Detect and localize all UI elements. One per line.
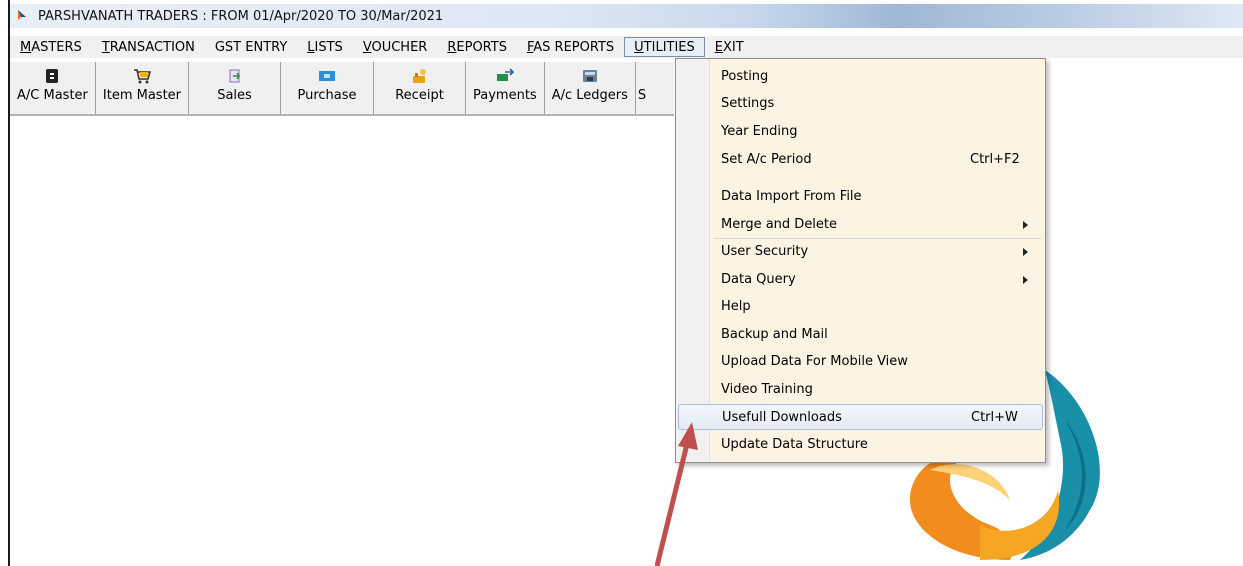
ac-ledgers-button[interactable]: A/c Ledgers [545, 62, 636, 114]
submenu-arrow-icon [1023, 276, 1028, 284]
menu-item-data-query[interactable]: Data Query [678, 267, 1043, 293]
purchase-icon [319, 71, 336, 81]
menu-voucher[interactable]: VOUCHER [353, 37, 438, 57]
menu-exit[interactable]: EXIT [705, 37, 754, 57]
sales-button[interactable]: Sales [189, 62, 282, 114]
menu-lists[interactable]: LISTS [297, 37, 353, 57]
toolbar: A/C Master Item Master Sales Purchase Re… [10, 62, 674, 116]
menu-item-usefull-downloads[interactable]: Usefull Downloads Ctrl+W [678, 404, 1043, 430]
menu-item-merge-delete[interactable]: Merge and Delete [678, 212, 1043, 238]
menu-item-backup-mail[interactable]: Backup and Mail [678, 322, 1043, 348]
ac-master-button[interactable]: A/C Master [10, 62, 96, 114]
item-master-button[interactable]: Item Master [96, 62, 190, 114]
menu-item-settings[interactable]: Settings [678, 91, 1043, 117]
menu-item-update-structure[interactable]: Update Data Structure [678, 432, 1043, 458]
menu-item-data-import[interactable]: Data Import From File [678, 184, 1043, 210]
menu-bar: MASTERS TRANSACTION GST ENTRY LISTS VOUC… [10, 36, 1243, 58]
title-bar: PARSHVANATH TRADERS : FROM 01/Apr/2020 T… [10, 4, 1243, 28]
payments-button[interactable]: Payments [466, 62, 545, 114]
cart-icon [133, 69, 151, 84]
shortcut-label: Ctrl+W [971, 410, 1018, 425]
utilities-dropdown-menu: Posting Settings Year Ending Set A/c Per… [675, 58, 1046, 463]
menu-item-video-training[interactable]: Video Training [678, 377, 1043, 403]
toolbar-partial-button[interactable]: S [636, 62, 648, 114]
menu-item-set-ac-period[interactable]: Set A/c Period Ctrl+F2 [678, 147, 1043, 173]
menu-item-posting[interactable]: Posting [678, 64, 1043, 90]
menu-item-user-security[interactable]: User Security [678, 239, 1043, 265]
shortcut-label: Ctrl+F2 [970, 152, 1020, 167]
submenu-arrow-icon [1023, 221, 1028, 229]
menu-item-help[interactable]: Help [678, 294, 1043, 320]
menu-utilities[interactable]: UTILITIES [624, 37, 705, 57]
window-title: PARSHVANATH TRADERS : FROM 01/Apr/2020 T… [38, 8, 444, 24]
menu-item-upload-mobile[interactable]: Upload Data For Mobile View [678, 349, 1043, 375]
receipt-button[interactable]: Receipt [374, 62, 467, 114]
menu-masters[interactable]: MASTERS [10, 37, 92, 57]
ledgers-icon [582, 70, 597, 82]
menu-item-year-ending[interactable]: Year Ending [678, 119, 1043, 145]
receipt-icon [412, 69, 426, 83]
ledger-icon [46, 69, 59, 83]
purchase-button[interactable]: Purchase [281, 62, 375, 114]
menu-fas-reports[interactable]: FAS REPORTS [517, 37, 624, 57]
sales-icon [229, 69, 240, 83]
submenu-arrow-icon [1023, 248, 1028, 256]
app-icon [18, 10, 26, 22]
menu-gst-entry[interactable]: GST ENTRY [205, 37, 297, 57]
payments-icon [496, 68, 514, 81]
menu-transaction[interactable]: TRANSACTION [92, 37, 205, 57]
menu-reports[interactable]: REPORTS [437, 37, 517, 57]
